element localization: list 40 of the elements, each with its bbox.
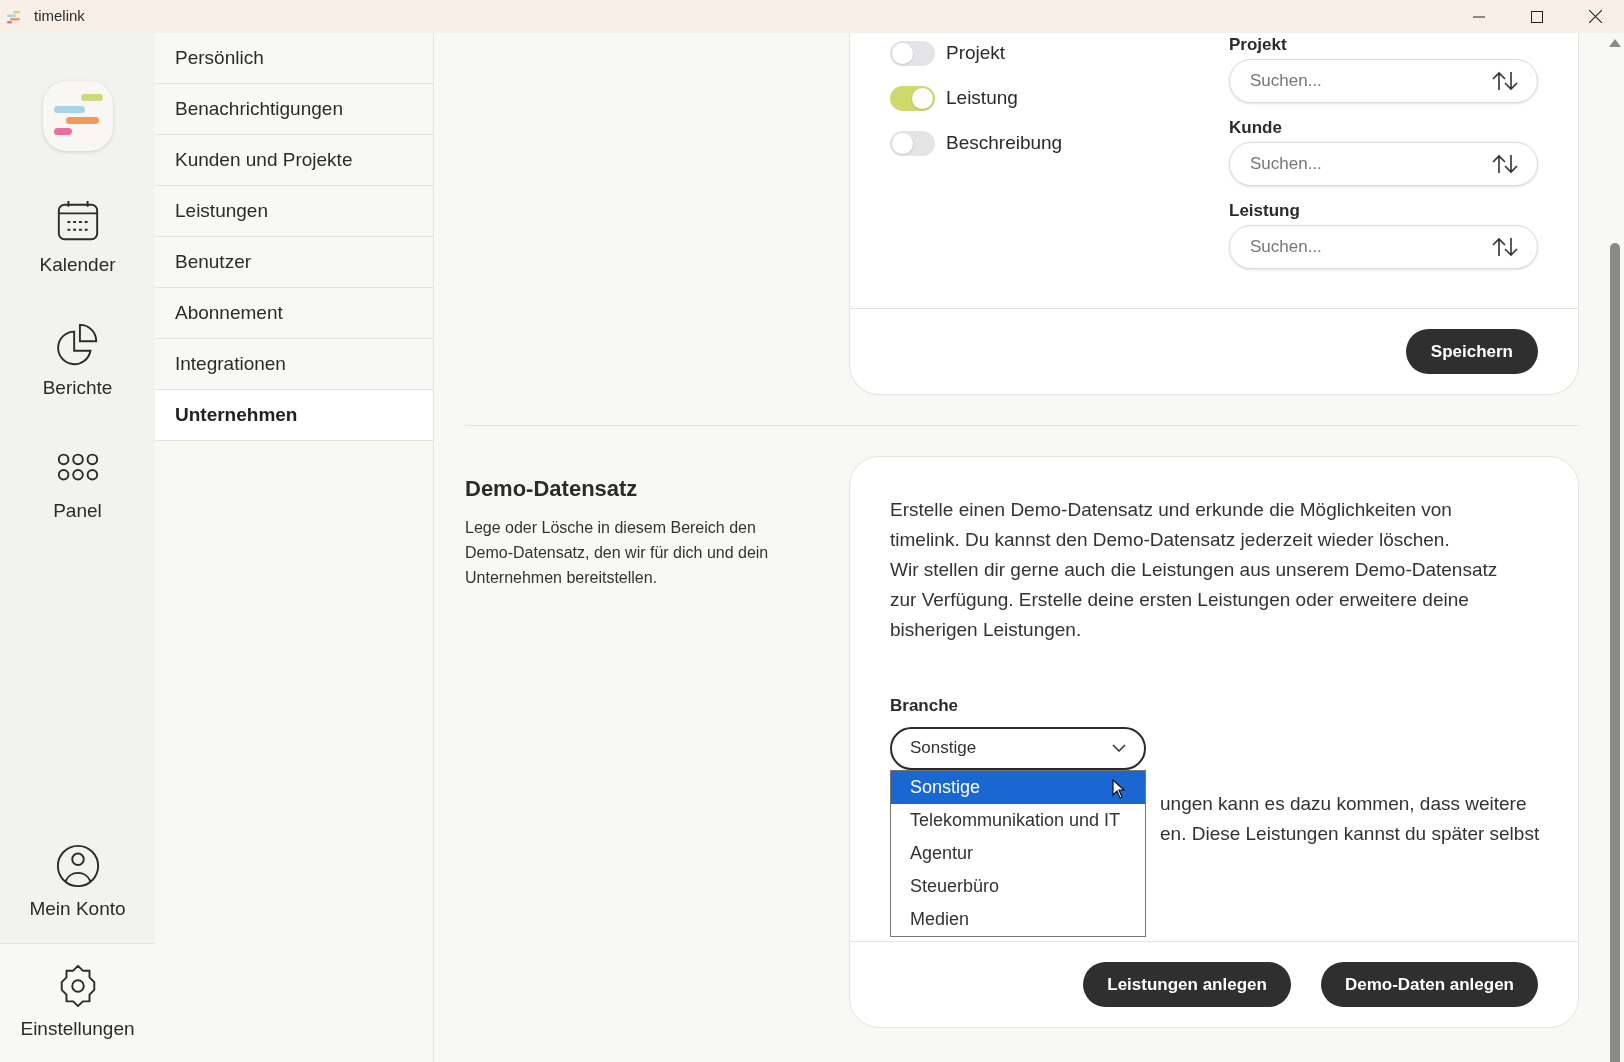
info-text: ungen kann es dazu kommen, dass weitere xyxy=(1160,791,1527,816)
app-logo-icon xyxy=(41,79,114,152)
sort-icon[interactable] xyxy=(1492,154,1518,174)
nav-item[interactable]: Einstellungen xyxy=(0,943,155,1062)
section-title: Demo-Datensatz xyxy=(465,475,639,503)
sort-icon[interactable] xyxy=(1492,237,1518,257)
toggle-label: Projekt xyxy=(946,40,1006,65)
field-label: Projekt xyxy=(1229,35,1288,55)
info-paragraph: Erstelle einen Demo-Datensatz und erkunde die Möglichkeiten von timelink. Du kannst den Demo-Datensatz jederzeit wieder löschen. xyxy=(890,498,1453,552)
select-label: Branche xyxy=(890,695,960,717)
mouse-cursor-icon xyxy=(1112,779,1125,799)
dropdown-option[interactable]: Telekommunikation und IT xyxy=(891,804,1145,837)
field-label: Kunde xyxy=(1229,118,1283,138)
search-field[interactable]: Suchen... xyxy=(1229,142,1538,186)
toggle-switch[interactable] xyxy=(890,40,935,66)
action-button[interactable]: Demo-Daten anlegen xyxy=(1320,962,1538,1007)
user-icon xyxy=(54,843,101,890)
search-field[interactable]: Suchen... xyxy=(1229,59,1538,103)
sort-icon[interactable] xyxy=(1492,71,1518,91)
field-label: Leistung xyxy=(1229,201,1301,221)
scroll-up-icon[interactable] xyxy=(1608,39,1621,47)
settings-nav-item[interactable]: Unternehmen xyxy=(155,390,433,441)
toggle-label: Beschreibung xyxy=(946,130,1063,155)
toggle-switch[interactable] xyxy=(890,130,935,156)
info-paragraph: Wir stellen dir gerne auch die Leistungen aus unserem Demo-Datensatz zur Verfügung. Erstelle deine ersten Leistungen oder erweitere deine bisherigen Leistungen. xyxy=(890,558,1499,642)
search-field[interactable]: Suchen... xyxy=(1229,225,1538,269)
action-button[interactable]: Leistungen anlegen xyxy=(1083,962,1291,1007)
window-title: timelink xyxy=(34,6,85,27)
dropdown-option[interactable]: Agentur xyxy=(891,837,1145,870)
maximize-icon xyxy=(1531,10,1543,23)
toggle-label: Leistung xyxy=(946,85,1018,110)
toggle-switch[interactable] xyxy=(890,85,935,111)
chevron-down-icon xyxy=(1112,744,1126,752)
dropdown-option[interactable]: Medien xyxy=(891,903,1145,936)
dropdown-option[interactable]: Steuerbüro xyxy=(891,870,1145,903)
close-icon xyxy=(1588,10,1602,23)
save-button[interactable]: Speichern xyxy=(1405,329,1538,374)
info-text: en. Diese Leistungen kannst du später selbst xyxy=(1160,821,1540,846)
section-description: Lege oder Lösche in diesem Bereich den Demo-Datensatz, den wir für dich und dein Unternehmen bereitstellen. xyxy=(465,518,770,588)
dropdown-option[interactable]: Sonstige xyxy=(891,771,1145,804)
